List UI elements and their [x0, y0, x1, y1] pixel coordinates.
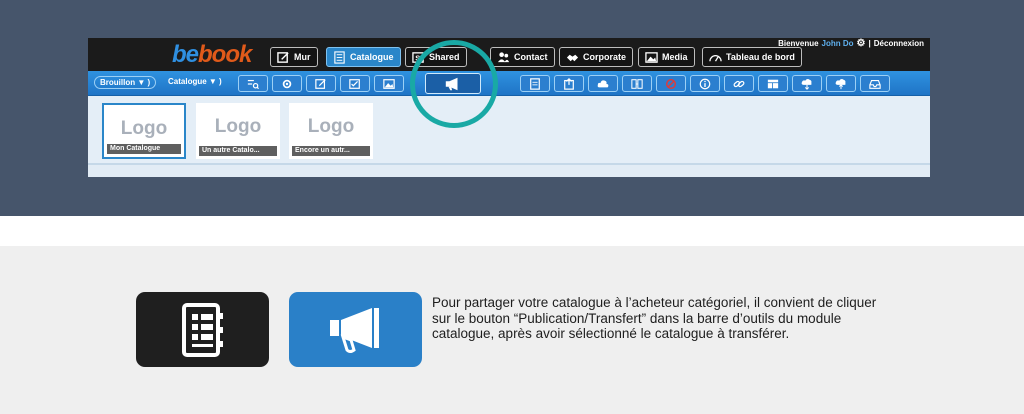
catalogue-toolbar: Brouillon ▼ ) Catalogue ▼ ) — [88, 71, 930, 96]
instruction-text: Pour partager votre catalogue à l’achete… — [432, 295, 877, 341]
nav-catalogue-label: Catalogue — [350, 52, 394, 62]
toolbar-layout-button[interactable] — [758, 75, 788, 92]
separator-band — [0, 216, 1024, 246]
catalog-name: Mon Catalogue — [107, 144, 181, 154]
checklist-icon — [349, 78, 360, 89]
edit-icon — [315, 78, 326, 89]
cloud-download-icon — [801, 78, 812, 90]
nav-corporate-button[interactable]: Corporate — [559, 47, 634, 67]
welcome-text: Bienvenue — [778, 39, 819, 48]
nav-media-button[interactable]: Media — [638, 47, 695, 67]
user-separator: | — [868, 39, 871, 48]
toolbar-info-button[interactable] — [690, 75, 720, 92]
nav-media-label: Media — [662, 52, 688, 62]
toolbar-cloud-button[interactable] — [588, 75, 618, 92]
divider-line — [88, 163, 930, 165]
edit-icon — [277, 51, 289, 63]
catalog-logo: Logo — [120, 118, 168, 139]
user-name[interactable]: John Do — [822, 39, 854, 48]
highlight-circle — [410, 40, 498, 128]
cloud-upload-icon — [835, 78, 846, 89]
draft-dropdown[interactable]: Brouillon ▼ ) — [94, 76, 157, 89]
catalog-name: Un autre Catalo... — [199, 146, 277, 156]
search-list-icon — [247, 79, 259, 89]
catalog-logo: Logo — [307, 116, 355, 137]
contacts-icon — [497, 51, 510, 62]
catalog-card-selected[interactable]: Logo Mon Catalogue — [102, 103, 186, 159]
layout-icon — [767, 79, 779, 88]
toolbar-cloud-download-button[interactable] — [792, 75, 822, 92]
nav-mur-button[interactable]: Mur — [270, 47, 318, 67]
toolbar-export-button[interactable] — [554, 75, 584, 92]
export-icon — [564, 77, 574, 90]
nav-contact-button[interactable]: Contact — [490, 47, 555, 67]
brand-part-be: be — [172, 41, 199, 68]
toolbar-inbox-button[interactable] — [860, 75, 890, 92]
image-icon — [645, 51, 658, 63]
toolbar-cloud-upload-button[interactable] — [826, 75, 856, 92]
top-nav-bar: bebook Mur Catalogue S Shared Contact Co… — [88, 38, 930, 71]
handshake-icon — [566, 54, 579, 61]
dashboard-gauge-icon — [709, 54, 722, 62]
toolbar-compare-button[interactable] — [622, 75, 652, 92]
brand-part-book: book — [198, 41, 252, 68]
megaphone-icon — [289, 292, 422, 367]
gear-icon[interactable]: ⚙ — [857, 38, 866, 49]
link-icon — [733, 80, 745, 87]
settings-gear-icon — [282, 79, 292, 88]
toolbar-block-button[interactable] — [656, 75, 686, 92]
nav-tableau-label: Tableau de bord — [726, 52, 795, 62]
inbox-icon — [869, 79, 881, 89]
catalog-book-icon — [136, 292, 269, 367]
catalog-logo: Logo — [214, 116, 262, 137]
forbidden-icon — [666, 78, 676, 89]
toolbar-settings-button[interactable] — [272, 75, 302, 92]
toolbar-check-button[interactable] — [340, 75, 370, 92]
user-area: Bienvenue John Do ⚙ | Déconnexion — [778, 38, 924, 49]
toolbar-search-list-button[interactable] — [238, 75, 268, 92]
catalog-card[interactable]: Logo Encore un autr... — [289, 103, 373, 159]
document-icon — [530, 77, 540, 90]
nav-tableau-button[interactable]: Tableau de bord — [702, 47, 802, 67]
info-icon — [699, 78, 711, 89]
app-screenshot: bebook Mur Catalogue S Shared Contact Co… — [88, 38, 930, 177]
catalog-book-icon — [334, 50, 345, 64]
nav-mur-label: Mur — [294, 52, 311, 62]
nav-contact-label: Contact — [514, 52, 548, 62]
toolbar-link-button[interactable] — [724, 75, 754, 92]
nav-corporate-label: Corporate — [583, 52, 627, 62]
catalog-name: Encore un autr... — [292, 146, 370, 156]
cloud-icon — [597, 79, 609, 87]
image-icon — [383, 78, 395, 89]
catalog-card[interactable]: Logo Un autre Catalo... — [196, 103, 280, 159]
compare-icon — [631, 78, 643, 89]
toolbar-edit-button[interactable] — [306, 75, 336, 92]
catalogue-dropdown[interactable]: Catalogue ▼ ) — [168, 77, 222, 86]
bebook-logo[interactable]: bebook — [172, 41, 252, 69]
toolbar-image-button[interactable] — [374, 75, 404, 92]
toolbar-document-button[interactable] — [520, 75, 550, 92]
nav-catalogue-button[interactable]: Catalogue — [326, 47, 401, 67]
logout-link[interactable]: Déconnexion — [874, 39, 924, 48]
